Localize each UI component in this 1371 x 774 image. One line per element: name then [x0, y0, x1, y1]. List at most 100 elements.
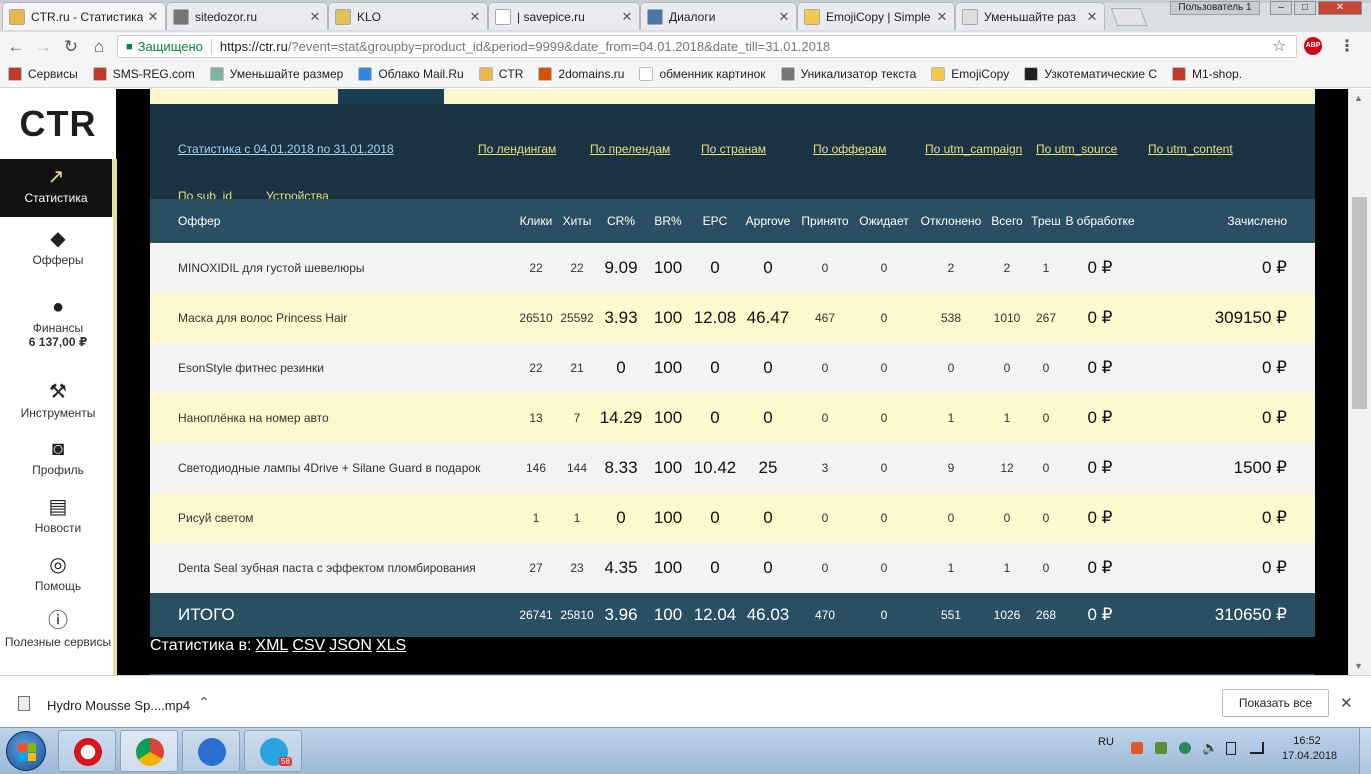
browser-menu-icon[interactable]: ⋮ — [1339, 36, 1355, 56]
tab-close-icon[interactable]: ✕ — [778, 9, 790, 25]
filter-link[interactable]: По офферам — [813, 142, 886, 156]
column-header[interactable]: Треш — [1027, 199, 1065, 243]
filter-link[interactable]: По utm_source — [1036, 142, 1117, 156]
browser-tab[interactable]: sitedozor.ru ✕ — [166, 2, 328, 30]
offer-name: Наноплёнка на номер авто — [150, 393, 515, 443]
column-header[interactable]: Ожидает — [853, 199, 915, 243]
sidebar-item-label: Финансы — [32, 321, 84, 335]
bookmark-star-icon[interactable]: ☆ — [1272, 36, 1286, 56]
period-link[interactable]: Статистика с 04.01.2018 по 31.01.2018 — [178, 142, 394, 156]
bookmark-item[interactable]: 2domains.ru — [538, 67, 624, 81]
filter-link[interactable]: По странам — [701, 142, 766, 156]
column-header[interactable]: Зачислено — [1135, 199, 1315, 243]
active-top-tab[interactable] — [338, 89, 444, 104]
site-logo[interactable]: CTR — [0, 103, 116, 145]
show-desktop-button[interactable] — [1359, 728, 1371, 774]
export-link[interactable]: XLS — [376, 637, 406, 654]
close-icon[interactable]: ✕ — [1340, 694, 1353, 712]
filter-link[interactable]: По прелендам — [590, 142, 670, 156]
home-icon[interactable]: ⌂ — [89, 37, 109, 57]
forward-icon[interactable]: → — [33, 37, 53, 57]
chevron-up-icon[interactable]: ⌃ — [198, 694, 210, 711]
taskbar-odnoklassniki[interactable] — [182, 730, 240, 772]
export-link[interactable]: XML — [255, 637, 288, 654]
bookmark-item[interactable]: Уникализатор текста — [780, 67, 916, 81]
browser-tab[interactable]: EmojiCopy | Simple ✕ — [797, 2, 955, 30]
sidebar-item-label: Новости — [34, 521, 82, 535]
tab-close-icon[interactable]: ✕ — [469, 9, 481, 25]
vertical-scrollbar[interactable]: ▲ ▼ — [1348, 89, 1371, 675]
sidebar-item[interactable]: ↗ Статистика — [0, 159, 116, 217]
browser-tab[interactable]: Диалоги ✕ — [640, 2, 797, 30]
sidebar-item[interactable]: ◙ Профиль — [0, 431, 116, 481]
column-header[interactable]: Всего — [987, 199, 1027, 243]
filter-link[interactable]: По лендингам — [478, 142, 556, 156]
tab-close-icon[interactable]: ✕ — [621, 9, 633, 25]
tab-close-icon[interactable]: ✕ — [309, 9, 321, 25]
system-clock[interactable]: 16:52 17.04.2018 — [1282, 734, 1337, 764]
sidebar-item[interactable]: ⓘ Полезные сервисы — [0, 603, 116, 653]
browser-tab[interactable]: | savepice.ru ✕ — [488, 2, 640, 30]
taskbar-chrome[interactable] — [120, 730, 178, 772]
tab-close-icon[interactable]: ✕ — [1086, 9, 1098, 25]
tab-close-icon[interactable]: ✕ — [147, 9, 159, 25]
table-row: MINOXIDIL для густой шевелюры 22 22 9.09 100… — [150, 243, 1315, 293]
new-tab-button[interactable] — [1110, 8, 1148, 26]
tab-close-icon[interactable]: ✕ — [936, 9, 948, 25]
export-link[interactable]: JSON — [329, 637, 372, 654]
bookmark-item[interactable]: EmojiCopy — [931, 67, 1009, 81]
sidebar-item[interactable]: ● Финансы 6 137,00 ₽ — [0, 289, 116, 353]
tray-security-icon[interactable] — [1155, 742, 1167, 754]
volume-icon[interactable]: 🔈 — [1202, 740, 1218, 756]
signal-icon[interactable] — [1250, 742, 1264, 754]
filter-link[interactable]: По utm_content — [1148, 142, 1233, 156]
sidebar-item[interactable]: ◆ Офферы — [0, 221, 116, 275]
taskbar-opera[interactable] — [58, 730, 116, 772]
column-header[interactable]: Хиты — [557, 199, 597, 243]
column-header[interactable]: Оффер — [150, 199, 515, 243]
column-header[interactable]: Принято — [797, 199, 853, 243]
show-all-downloads-button[interactable]: Показать все — [1222, 689, 1329, 717]
bookmark-item[interactable]: SMS-REG.com — [92, 67, 195, 81]
column-header[interactable]: CR% — [597, 199, 645, 243]
column-header[interactable]: BR% — [645, 199, 691, 243]
address-bar[interactable]: ■ Защищено https://ctr.ru/?event=stat&gr… — [117, 35, 1297, 58]
tray-network-icon[interactable] — [1179, 742, 1191, 754]
usb-icon[interactable] — [1226, 742, 1236, 755]
bookmark-item[interactable]: Уменьшайте размер — [209, 67, 343, 81]
column-header[interactable]: Approve — [739, 199, 797, 243]
back-icon[interactable]: ← — [6, 37, 26, 57]
taskbar-telegram[interactable]: 58 — [244, 730, 302, 772]
sidebar-item[interactable]: ⚒ Инструменты — [0, 374, 116, 424]
column-header[interactable]: В обработке — [1065, 199, 1135, 243]
minimize-icon[interactable]: – — [1270, 1, 1292, 15]
sidebar-item[interactable]: ◎ Помощь — [0, 547, 116, 597]
maximize-icon[interactable]: □ — [1294, 1, 1316, 15]
column-header[interactable]: Отклонено — [915, 199, 987, 243]
bookmark-item[interactable]: Облако Mail.Ru — [358, 67, 464, 81]
filter-link[interactable]: По utm_campaign — [925, 142, 1022, 156]
reload-icon[interactable]: ↻ — [61, 37, 81, 57]
bookmark-item[interactable]: Сервисы — [8, 67, 78, 81]
sidebar-item[interactable]: ▤ Новости — [0, 489, 116, 539]
column-header[interactable]: EPC — [691, 199, 739, 243]
bookmark-item[interactable]: Узкотематические С — [1024, 67, 1157, 81]
user-profile-badge[interactable]: Пользователь 1 — [1170, 1, 1260, 15]
bookmark-item[interactable]: CTR — [478, 67, 523, 81]
adblock-icon[interactable]: ABP — [1304, 37, 1322, 55]
language-indicator[interactable]: RU — [1098, 736, 1114, 748]
export-link[interactable]: CSV — [292, 637, 325, 654]
download-file-name[interactable]: Hydro Mousse Sp....mp4 — [47, 698, 190, 713]
bookmark-item[interactable]: обменник картинок — [639, 67, 766, 81]
close-window-icon[interactable]: ✕ — [1318, 1, 1362, 15]
bookmark-item[interactable]: M1-shop. — [1172, 67, 1242, 81]
browser-tab[interactable]: KLO ✕ — [328, 2, 488, 30]
scrollbar-thumb[interactable] — [1352, 197, 1367, 409]
browser-tab[interactable]: CTR.ru - Статистика ✕ — [2, 2, 166, 30]
scroll-down-icon[interactable]: ▼ — [1354, 661, 1363, 671]
column-header[interactable]: Клики — [515, 199, 557, 243]
tray-app-icon[interactable] — [1131, 742, 1143, 754]
start-button[interactable] — [6, 731, 46, 771]
browser-tab[interactable]: Уменьшайте раз ✕ — [955, 2, 1105, 30]
scroll-up-icon[interactable]: ▲ — [1354, 93, 1363, 103]
